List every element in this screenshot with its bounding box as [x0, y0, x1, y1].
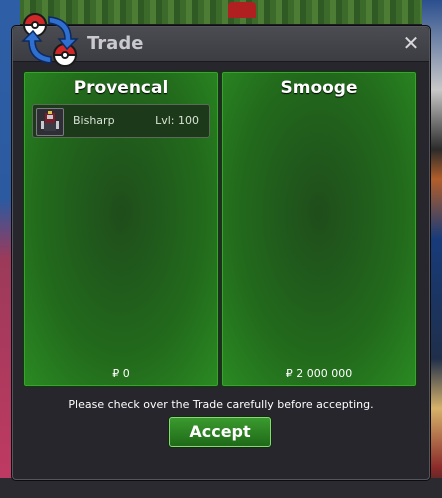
bisharp-sprite-icon: [36, 108, 64, 136]
trader-name: Smooge: [280, 78, 358, 98]
npc-sprite: [228, 2, 256, 18]
item-level: Lvl: 100: [155, 114, 199, 127]
trader-panel-smooge: Smooge ₽ 2 000 000: [221, 71, 417, 387]
trade-notice: Please check over the Trade carefully be…: [68, 398, 374, 411]
accept-button[interactable]: Accept: [169, 417, 271, 447]
game-world-bottom: [0, 478, 442, 498]
trader-name: Provencal: [73, 78, 169, 98]
window-title: Trade: [87, 33, 144, 54]
trade-item-slot[interactable]: Bisharp Lvl: 100: [32, 104, 210, 138]
trader-panel-provencal: Provencal Bisharp Lvl: 100 ₽ 0: [23, 71, 219, 387]
trade-window: Trade ✕ Provencal Bisharp Lvl: 100 ₽ 0 S…: [12, 13, 430, 480]
item-name: Bisharp: [73, 114, 115, 127]
close-button[interactable]: ✕: [401, 32, 421, 54]
money-amount: ₽ 2 000 000: [285, 367, 353, 380]
money-amount: ₽ 0: [112, 367, 130, 380]
trade-icon: [21, 13, 79, 67]
